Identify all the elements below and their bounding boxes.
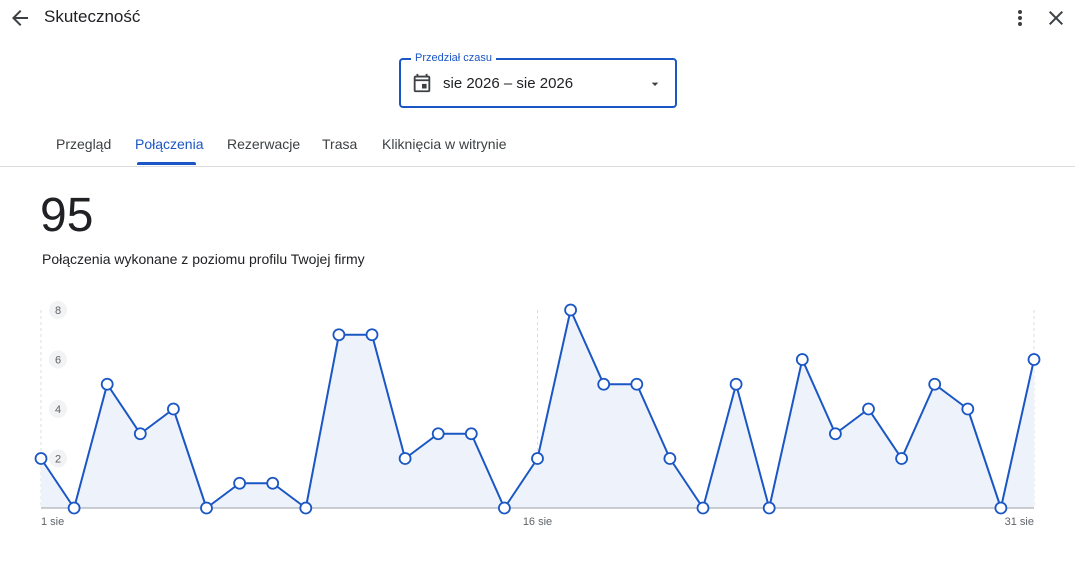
data-point-16 (531, 452, 544, 465)
data-point-17 (564, 303, 577, 317)
data-point-25 (829, 427, 842, 441)
data-point-7 (233, 476, 247, 490)
data-point-30 (994, 501, 1008, 515)
x-tick-label-16: 16 sie (523, 516, 552, 528)
data-point-18 (597, 377, 611, 391)
data-point-8 (266, 476, 280, 490)
data-point-2 (67, 501, 81, 515)
page-title: Skuteczność (44, 7, 141, 26)
data-point-23 (762, 501, 776, 515)
data-point-1 (34, 452, 48, 465)
date-range-select[interactable]: Przedział czasu sie 2026 – sie 2026 (399, 51, 677, 108)
y-tick-label-8: 8 (55, 305, 61, 317)
tab-bar: Przegląd Połączenia Rezerwacje Trasa Kli… (0, 124, 1075, 167)
active-tab-indicator (137, 162, 196, 165)
back-arrow-icon[interactable] (8, 6, 32, 30)
tab-overview[interactable]: Przegląd (56, 136, 111, 152)
tab-directions[interactable]: Trasa (322, 136, 357, 152)
data-point-12 (398, 452, 412, 465)
data-point-28 (928, 377, 942, 391)
data-point-31 (1027, 353, 1041, 366)
data-point-21 (696, 501, 710, 515)
data-point-20 (663, 452, 677, 465)
date-range-value: sie 2026 – sie 2026 (443, 75, 574, 92)
data-point-27 (895, 452, 908, 465)
tab-calls[interactable]: Połączenia (135, 136, 204, 152)
y-tick-label-6: 6 (55, 355, 61, 367)
data-point-15 (497, 501, 511, 515)
data-point-10 (332, 328, 346, 342)
data-point-11 (365, 328, 379, 342)
metric-description: Połączenia wykonane z poziomu profilu Tw… (42, 251, 365, 267)
data-point-22 (729, 377, 743, 391)
data-point-4 (133, 427, 147, 441)
y-tick-label-2: 2 (55, 454, 61, 466)
tab-bookings[interactable]: Rezerwacje (227, 136, 300, 152)
y-tick-label-4: 4 (55, 404, 61, 416)
date-range-label: Przedział czasu (411, 51, 497, 65)
data-point-13 (431, 427, 445, 441)
data-point-26 (862, 402, 875, 416)
x-tick-label-1: 1 sie (41, 516, 64, 528)
close-icon[interactable] (1044, 6, 1068, 30)
more-vert-icon[interactable] (1008, 6, 1032, 30)
tab-website-clicks[interactable]: Kliknięcia w witrynie (382, 136, 506, 152)
data-point-14 (464, 427, 478, 441)
data-point-24 (795, 353, 809, 366)
data-point-3 (100, 377, 114, 391)
data-point-5 (166, 402, 180, 416)
data-point-9 (299, 501, 313, 515)
top-bar: Skuteczność (0, 0, 1075, 36)
data-point-6 (200, 501, 213, 515)
data-point-29 (961, 402, 975, 416)
metric-value: 95 (40, 189, 94, 242)
dropdown-caret-icon (647, 76, 663, 92)
data-point-19 (630, 377, 644, 391)
x-tick-label-31: 31 sie (1005, 516, 1034, 528)
calendar-icon (411, 72, 433, 94)
calls-chart: 2 4 6 8 1 sie 16 sie 31 sie (34, 301, 1041, 528)
